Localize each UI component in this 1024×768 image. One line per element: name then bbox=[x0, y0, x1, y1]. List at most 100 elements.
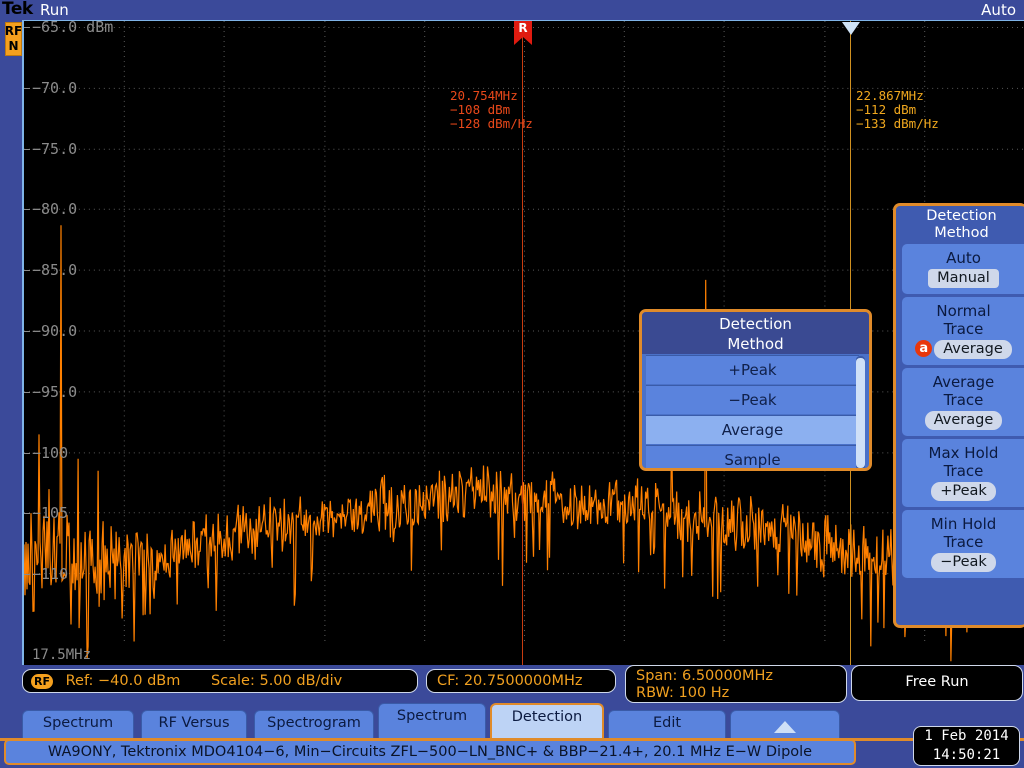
side-menu-button-3[interactable]: Average Trace Average bbox=[902, 368, 1024, 436]
reference-marker-freq: 20.754MHz bbox=[450, 88, 518, 103]
y-axis-tick bbox=[24, 391, 30, 393]
y-axis-tick bbox=[24, 209, 30, 211]
y-axis-tick-label: −110 bbox=[32, 565, 69, 584]
side-menu-title-line1: Detection bbox=[926, 208, 997, 224]
delta-marker-flag[interactable] bbox=[842, 22, 860, 35]
side-button-value-row: +Peak bbox=[904, 480, 1023, 501]
span-value: Span: 6.50000MHz bbox=[636, 668, 773, 684]
center-frequency-value: CF: 20.7500000MHz bbox=[437, 673, 583, 689]
rf-tag-pill: RF bbox=[31, 673, 53, 689]
side-menu-title-line2: Method bbox=[934, 225, 989, 241]
popup-title-line2: Method bbox=[727, 335, 784, 353]
popup-title-line1: Detection bbox=[719, 315, 792, 333]
side-menu-buttons[interactable]: Auto Manual Normal Trace a Average Average Trac… bbox=[896, 244, 1024, 578]
bottom-tab-label: Spectrum bbox=[42, 715, 114, 731]
rf-badge-label: RF bbox=[4, 24, 23, 38]
side-button-value-row: a Average bbox=[904, 338, 1023, 359]
center-frequency-readout[interactable]: CF: 20.7500000MHz bbox=[426, 669, 616, 693]
y-axis-tick bbox=[24, 270, 30, 272]
trigger-mode-indicator[interactable]: Auto bbox=[981, 1, 1016, 19]
reference-level-value: Ref: −40.0 dBm bbox=[65, 673, 181, 689]
side-button-value-row: −Peak bbox=[904, 551, 1023, 572]
detection-method-popup[interactable]: Detection Method +Peak −Peak Average Sample bbox=[639, 309, 872, 471]
rf-channel-badge[interactable]: RF N bbox=[5, 22, 22, 56]
side-button-label-line1: Average bbox=[932, 373, 995, 391]
popup-menu-item[interactable]: Sample bbox=[646, 445, 859, 468]
y-axis-tick-label: −95.0 bbox=[32, 382, 78, 401]
acquisition-run-state[interactable]: Run bbox=[40, 1, 69, 19]
y-axis-tick-label: −90.0 bbox=[32, 322, 78, 340]
side-button-label-line2: Trace bbox=[943, 320, 984, 338]
side-button-label-line1: Normal bbox=[936, 302, 991, 320]
popup-item-list[interactable]: +Peak −Peak Average Sample bbox=[642, 355, 869, 468]
side-button-label-line1: Auto bbox=[946, 249, 981, 267]
y-axis-tick bbox=[24, 87, 30, 89]
y-axis-tick-label: −85.0 bbox=[32, 261, 78, 280]
rbw-value: RBW: 100 Hz bbox=[636, 685, 730, 701]
delta-marker-freq: 22.867MHz bbox=[856, 88, 924, 103]
delta-marker-readout: 22.867MHz −112 dBm −133 dBm/Hz bbox=[856, 89, 939, 131]
y-axis-tick-label: −70.0 bbox=[32, 78, 78, 97]
side-menu-title: Detection Method bbox=[896, 206, 1024, 242]
y-axis-tick-label: −80.0 bbox=[32, 200, 78, 219]
y-axis-tick bbox=[24, 513, 30, 515]
side-menu-button-2[interactable]: Normal Trace a Average bbox=[902, 297, 1024, 365]
y-axis-tick bbox=[24, 27, 30, 28]
bottom-tab-label: Edit bbox=[652, 715, 682, 731]
side-menu-button-1[interactable]: Auto Manual bbox=[902, 244, 1024, 294]
side-menu-button-4[interactable]: Max Hold Trace +Peak bbox=[902, 439, 1024, 507]
y-axis-tick-label: −105 bbox=[32, 504, 69, 523]
side-menu-button-5[interactable]: Min Hold Trace −Peak bbox=[902, 510, 1024, 578]
readout-bar: RF Ref: −40.0 dBm Scale: 5.00 dB/div CF:… bbox=[0, 665, 1024, 705]
vertical-scale-value: Scale: 5.00 dB/div bbox=[210, 673, 343, 689]
date-value: 1 Feb 2014 bbox=[924, 728, 1009, 744]
trigger-status-readout[interactable]: Free Run bbox=[851, 665, 1023, 701]
popup-menu-item[interactable]: −Peak bbox=[646, 385, 859, 414]
delta-marker-amplitude: −112 dBm bbox=[856, 102, 917, 117]
side-button-label-line2: Trace bbox=[943, 391, 984, 409]
popup-title: Detection Method bbox=[642, 312, 869, 354]
y-axis-tick bbox=[24, 331, 30, 332]
trace-a-badge: a bbox=[915, 340, 933, 357]
span-rbw-readout[interactable]: Span: 6.50000MHz RBW: 100 Hz bbox=[625, 665, 847, 703]
side-button-label-line1: Min Hold bbox=[930, 515, 997, 533]
popup-scrollbar-thumb[interactable] bbox=[856, 358, 865, 468]
time-value: 14:50:21 bbox=[932, 747, 1001, 763]
side-button-label-line2: Trace bbox=[943, 533, 984, 551]
tek-logo: Tek bbox=[2, 0, 33, 19]
chevron-up-icon bbox=[774, 721, 796, 733]
popup-menu-item[interactable]: Average bbox=[646, 415, 859, 444]
delta-marker-density: −133 dBm/Hz bbox=[856, 116, 939, 131]
y-axis-tick-label: −75.0 bbox=[32, 139, 78, 158]
side-button-value: Manual bbox=[928, 269, 999, 288]
side-button-value: +Peak bbox=[931, 482, 996, 501]
title-bar: Tek Run Auto bbox=[0, 0, 1024, 20]
rf-amplitude-readout[interactable]: RF Ref: −40.0 dBm Scale: 5.00 dB/div bbox=[22, 669, 418, 693]
bottom-tab-label: Spectrogram bbox=[267, 715, 361, 731]
bottom-tab-label: RF Versus bbox=[158, 715, 230, 731]
side-button-value-row: Manual bbox=[904, 267, 1023, 288]
side-menu[interactable]: Detection Method Auto Manual Normal Trace a A… bbox=[893, 203, 1024, 628]
trigger-status-value: Free Run bbox=[905, 674, 969, 690]
reference-marker-amplitude: −108 dBm bbox=[450, 102, 511, 117]
side-button-value-row: Average bbox=[904, 409, 1023, 430]
side-button-label-line2: Trace bbox=[943, 462, 984, 480]
popup-menu-item[interactable]: +Peak bbox=[646, 355, 859, 384]
side-button-value: Average bbox=[924, 411, 1003, 430]
reference-marker-readout: 20.754MHz −108 dBm −128 dBm/Hz bbox=[450, 89, 533, 131]
caption-banner: WA9ONY, Tektronix MDO4104−6, Min−Circuit… bbox=[4, 739, 856, 765]
y-axis-tick bbox=[24, 452, 30, 454]
y-axis-tick bbox=[24, 574, 30, 576]
bottom-tab-label: Spectrum bbox=[396, 708, 468, 724]
side-button-value: Average bbox=[934, 340, 1012, 359]
y-axis-tick-label: −65.0 dBm bbox=[32, 20, 114, 36]
y-axis-tick-label: −100 bbox=[32, 443, 69, 462]
start-frequency-label: 17.5MHz bbox=[32, 647, 92, 663]
bottom-tab-label: Detection bbox=[511, 709, 583, 725]
spectrum-graticule[interactable]: −65.0 dBm −70.0 −75.0 −80.0 −85.0 −90.0 −95.0 −… bbox=[22, 20, 1024, 665]
rf-badge-sublabel: N bbox=[8, 39, 19, 53]
reference-marker-flag[interactable]: R bbox=[514, 21, 532, 45]
reference-marker-density: −128 dBm/Hz bbox=[450, 116, 533, 131]
side-button-label-line1: Max Hold bbox=[928, 444, 999, 462]
y-axis-tick bbox=[24, 148, 30, 150]
